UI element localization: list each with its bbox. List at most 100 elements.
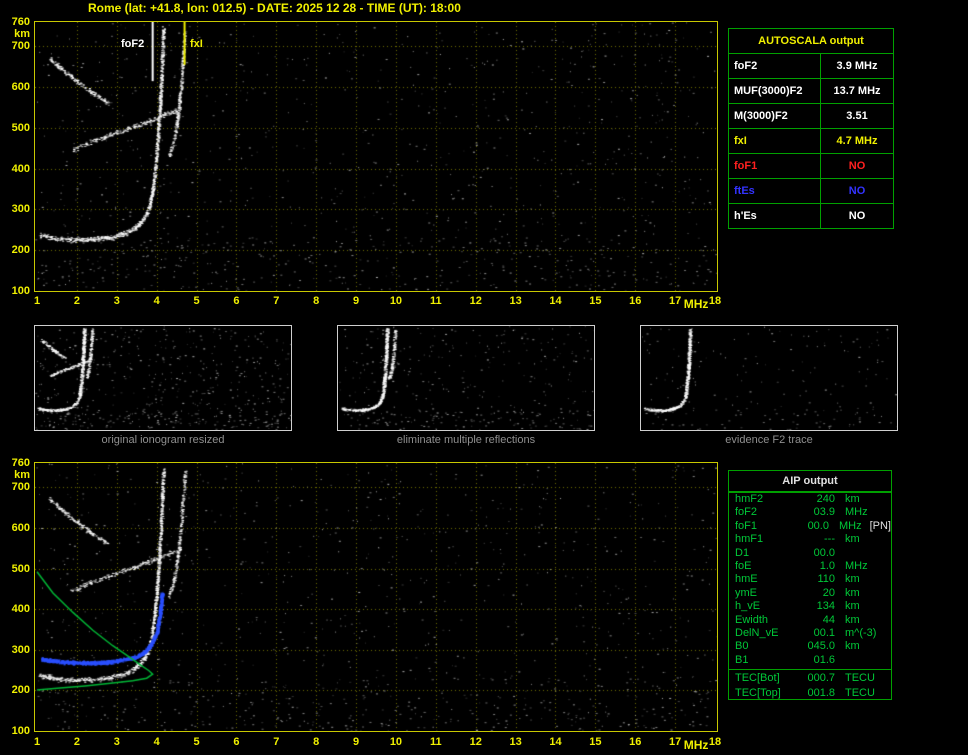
aip-row-label: hmF2 <box>735 493 764 505</box>
aip-row-value: 134 <box>816 600 835 613</box>
y-tick-label: 500 <box>11 562 30 575</box>
x-tick-label: 14 <box>549 295 562 307</box>
y-tick-label: 760 <box>11 457 30 469</box>
aip-row-unit: km <box>845 493 860 505</box>
aip-row-extra <box>860 493 868 506</box>
aip-row-extra <box>860 614 868 627</box>
x-tick-label: 9 <box>352 295 360 307</box>
thumbnail-original-ionogram <box>34 325 292 431</box>
thumbnail-caption-original: original ionogram resized <box>101 434 225 446</box>
x-tick-label: 1 <box>33 736 41 748</box>
x-tick-label: 1 <box>33 295 41 307</box>
x-tick-label: 13 <box>509 736 522 748</box>
autoscala-row-label: foF1 <box>728 153 821 179</box>
x-tick-label: 5 <box>193 736 200 748</box>
aip-row-label: TEC[Top] <box>735 686 781 699</box>
y-tick-label: 300 <box>11 643 30 656</box>
aip-row-unit: MHz <box>838 519 862 532</box>
x-axis-unit-label: MHz <box>683 738 709 752</box>
x-tick-label: 12 <box>469 295 482 307</box>
aip-row-unit: m^(-3) <box>845 626 877 639</box>
aip-row-unit: TECU <box>845 672 875 685</box>
aip-row-value: 00.0 <box>807 519 829 532</box>
y-tick-label: 100 <box>11 285 30 297</box>
autoscala-window: { "title": "Rome (lat: +41.8, lon: 012.5… <box>0 0 968 755</box>
aip-row: DelN_vE 00.1 m^(-3) <box>729 627 891 640</box>
x-tick-label: 3 <box>113 736 120 748</box>
aip-row-value: 44 <box>822 613 835 626</box>
autoscala-row-value: 3.9 MHz <box>820 53 894 79</box>
aip-row-extra <box>845 547 853 560</box>
aip-row-extra <box>860 640 868 653</box>
autoscala-row-label: foF2 <box>728 53 821 79</box>
aip-row-value: --- <box>824 533 835 546</box>
aip-row-extra <box>860 600 868 613</box>
aip-row: hmF1 --- km <box>729 533 891 546</box>
x-tick-label: 8 <box>313 295 320 307</box>
aip-row-label: TEC[Bot] <box>735 672 780 685</box>
x-tick-label: 15 <box>589 736 602 748</box>
x-tick-label: 4 <box>153 736 160 748</box>
x-tick-label: 7 <box>273 295 280 307</box>
aip-parameter-rows: hmF2 240 km foF2 03.9 MHz foF1 00.0 MHz [PN] hmF1-… <box>729 493 891 667</box>
aip-row-value: 045.0 <box>807 640 835 653</box>
aip-row-label: ymE <box>735 586 757 599</box>
aip-row-extra <box>875 687 883 702</box>
aip-row-label: h_vE <box>735 600 761 613</box>
aip-row-unit: MHz <box>845 559 868 572</box>
x-tick-label: 6 <box>233 295 240 307</box>
aip-row-value: 01.6 <box>813 653 835 666</box>
x-tick-label: 17 <box>668 295 682 307</box>
aip-row: ymE 20 km <box>729 587 891 600</box>
aip-row-label: foF1 <box>735 519 758 532</box>
y-tick-label: 400 <box>11 162 30 175</box>
aip-row: hmE 110 km <box>729 573 891 586</box>
aip-row-extra <box>875 672 883 687</box>
aip-row-value: 03.9 <box>813 506 835 519</box>
x-tick-label: 2 <box>73 736 80 748</box>
autoscala-row-label: h'Es <box>728 203 821 229</box>
autoscala-header: AUTOSCALA output <box>728 28 894 54</box>
y-tick-label: 200 <box>11 244 30 257</box>
thumbnail-caption-evidence: evidence F2 trace <box>725 434 813 446</box>
aip-row-extra <box>868 560 876 573</box>
aip-row: TEC[Top] 001.8 TECU <box>729 687 891 702</box>
aip-row: hmF2 240 km <box>729 493 891 506</box>
x-tick-label: 11 <box>429 736 442 748</box>
aip-row-value: 00.0 <box>813 546 835 559</box>
aip-row-label: B0 <box>735 640 749 653</box>
autoscala-row-value: NO <box>820 153 894 179</box>
aip-row: h_vE 134 km <box>729 600 891 613</box>
x-tick-label: 18 <box>708 736 722 748</box>
main-ionogram-canvas <box>34 21 718 292</box>
aip-row-unit: km <box>845 600 860 613</box>
x-tick-label: 10 <box>389 295 403 307</box>
autoscala-row-label: MUF(3000)F2 <box>728 78 821 104</box>
autoscala-row-value: 3.51 <box>820 103 894 129</box>
x-tick-label: 15 <box>589 295 602 307</box>
y-tick-label: 200 <box>11 684 30 697</box>
x-tick-label: 16 <box>629 295 642 307</box>
aip-row-unit <box>835 547 845 560</box>
aip-output-table: hmF2 240 km foF2 03.9 MHz foF1 00.0 MHz [PN] hmF1-… <box>728 492 892 700</box>
x-tick-label: 11 <box>429 295 442 307</box>
aip-row-extra <box>860 587 868 600</box>
aip-row: D1 00.0 <box>729 547 891 560</box>
autoscala-output-table: AUTOSCALA output foF2 3.9 MHz MUF(3000)F2 13… <box>728 28 894 229</box>
aip-row-unit: MHz <box>845 506 868 519</box>
x-tick-label: 3 <box>113 295 120 307</box>
aip-row-label: B1 <box>735 653 749 666</box>
aip-row: foF2 03.9 MHz <box>729 506 891 519</box>
x-tick-label: 2 <box>73 295 80 307</box>
x-tick-label: 5 <box>193 295 200 307</box>
aip-row-unit: km <box>845 573 860 586</box>
autoscala-row-label: M(3000)F2 <box>728 103 821 129</box>
aip-row: foF1 00.0 MHz [PN] <box>729 520 891 533</box>
x-tick-label: 14 <box>549 736 562 748</box>
aip-row: TEC[Bot] 000.7 TECU <box>729 672 891 687</box>
aip-row-label: DelN_vE <box>735 626 779 639</box>
aip-row-extra <box>868 506 876 519</box>
y-tick-label: 700 <box>11 481 30 494</box>
x-tick-label: 6 <box>233 736 240 748</box>
aip-tec-rows: TEC[Bot] 000.7 TECU TEC[Top] 001.8 TECU <box>729 669 891 701</box>
